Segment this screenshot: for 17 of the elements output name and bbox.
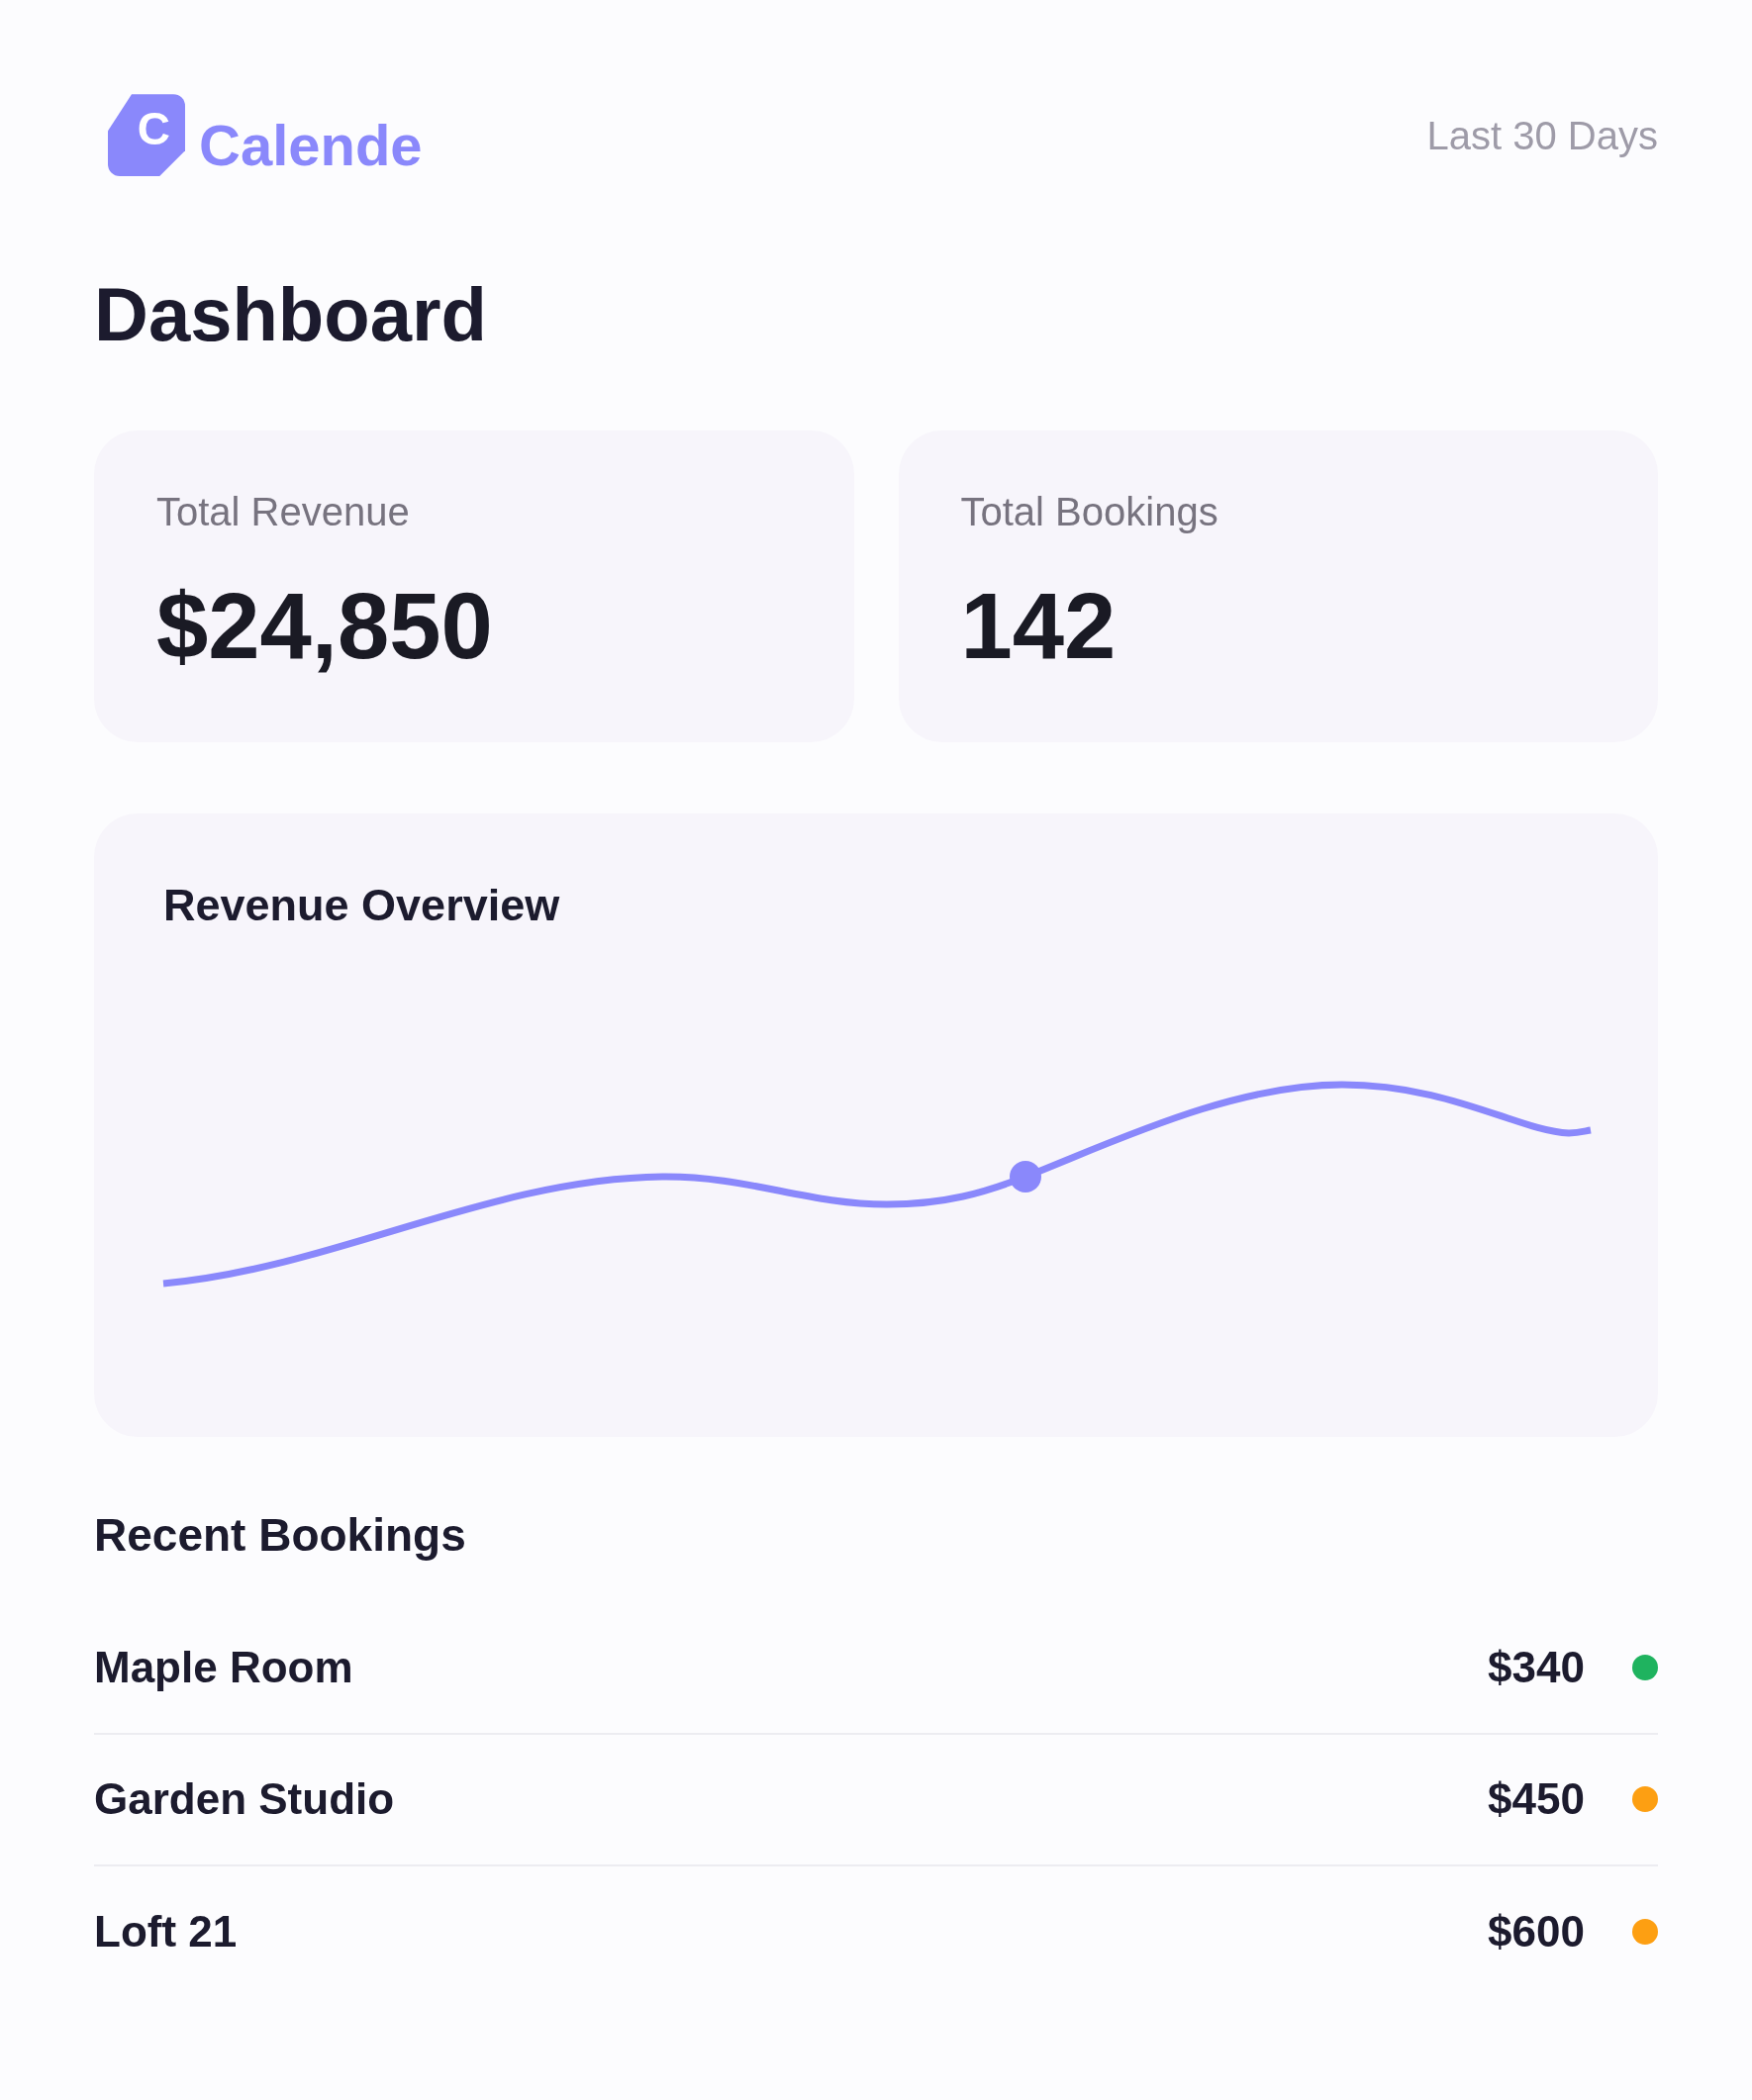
logo-mark: C: [108, 94, 185, 177]
booking-name: Garden Studio: [94, 1773, 395, 1826]
stat-label: Total Bookings: [960, 488, 1218, 535]
booking-amount: $600: [1488, 1905, 1585, 1957]
data-point-marker: [1010, 1160, 1041, 1193]
booking-name: Loft 21: [94, 1905, 238, 1957]
booking-name: Maple Room: [94, 1642, 353, 1694]
page-title: Dashboard: [94, 270, 487, 358]
section-title: Recent Bookings: [94, 1507, 466, 1563]
period-label: Last 30 Days: [1426, 112, 1658, 159]
brand-name: Calende: [199, 112, 423, 179]
booking-amount: $450: [1488, 1773, 1585, 1826]
booking-amount: $340: [1488, 1642, 1585, 1694]
stat-value: $24,850: [156, 574, 493, 678]
stat-label: Total Revenue: [156, 488, 410, 535]
stat-value: 142: [960, 574, 1117, 678]
chart-title: Revenue Overview: [163, 878, 560, 932]
